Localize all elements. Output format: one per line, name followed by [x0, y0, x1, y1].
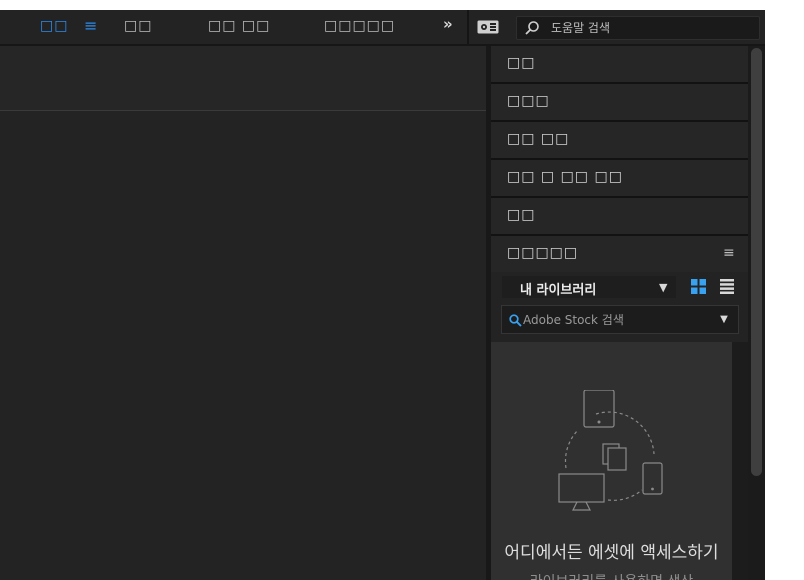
toolbar-divider [467, 10, 469, 44]
more-workspaces-icon[interactable]: » [443, 15, 453, 33]
main-panel [0, 46, 486, 580]
grid-view-icon[interactable] [691, 279, 706, 294]
section-label: □□ [507, 55, 536, 71]
section-label: □□□□□ [507, 245, 579, 261]
library-scrollbar[interactable] [732, 342, 748, 580]
empty-state-title: 어디에서든 에셋에 액세스하기 [504, 543, 719, 563]
search-icon [509, 314, 522, 327]
chevron-down-icon: ▼ [659, 281, 668, 294]
workspace-tab-3[interactable]: □□ □□ [208, 18, 270, 34]
scrollbar-thumb[interactable] [751, 48, 762, 476]
search-icon [525, 21, 539, 35]
right-panel-stack: □□ □□□ □□ □□ □□ □ □□ □□ □□ □□□□□ ≡ 내 라이브… [491, 46, 748, 580]
libraries-panel-header[interactable]: □□□□□ ≡ [491, 236, 748, 272]
help-search-box[interactable] [516, 16, 760, 40]
section-label: □□ [507, 207, 536, 223]
panel-section-5[interactable]: □□ [491, 198, 748, 236]
panel-section-1[interactable]: □□ [491, 46, 748, 84]
workspace-settings-icon[interactable] [477, 20, 499, 34]
section-label: □□□ [507, 93, 550, 109]
workspace-tab-2[interactable]: □□ [124, 18, 152, 34]
workspace-menu-icon[interactable]: ≡ [84, 16, 97, 35]
section-label: □□ □ □□ □□ [507, 169, 623, 185]
section-label: □□ □□ [507, 131, 570, 147]
panel-section-3[interactable]: □□ □□ [491, 122, 748, 160]
workspace-tab-1[interactable]: □□ [40, 18, 68, 34]
top-bar: □□ ≡ □□ □□ □□ □□□□□ » [0, 10, 765, 46]
library-content-area: 어디에서든 에셋에 액세스하기 라이브러리를 사용하면 생산 [491, 342, 732, 580]
panel-section-4[interactable]: □□ □ □□ □□ [491, 160, 748, 198]
empty-state-description: 라이브러리를 사용하면 생산 [491, 571, 732, 580]
list-view-icon[interactable] [720, 279, 734, 294]
library-name: 내 라이브러리 [520, 283, 597, 298]
panel-section-2[interactable]: □□□ [491, 84, 748, 122]
chevron-down-icon[interactable]: ▼ [710, 306, 738, 333]
help-search-input[interactable] [551, 19, 747, 36]
stock-search-box[interactable]: ▼ [501, 305, 739, 334]
devices-sync-illustration [558, 390, 663, 511]
app-window: □□ ≡ □□ □□ □□ □□□□□ » □□ [0, 10, 765, 580]
library-dropdown[interactable]: 내 라이브러리 ▼ [502, 276, 676, 298]
workspace-tab-4[interactable]: □□□□□ [324, 18, 395, 34]
stock-search-input[interactable] [523, 311, 703, 328]
main-panel-header [0, 46, 486, 111]
panel-scrollbar[interactable] [748, 46, 765, 580]
panel-menu-icon[interactable]: ≡ [723, 245, 735, 261]
